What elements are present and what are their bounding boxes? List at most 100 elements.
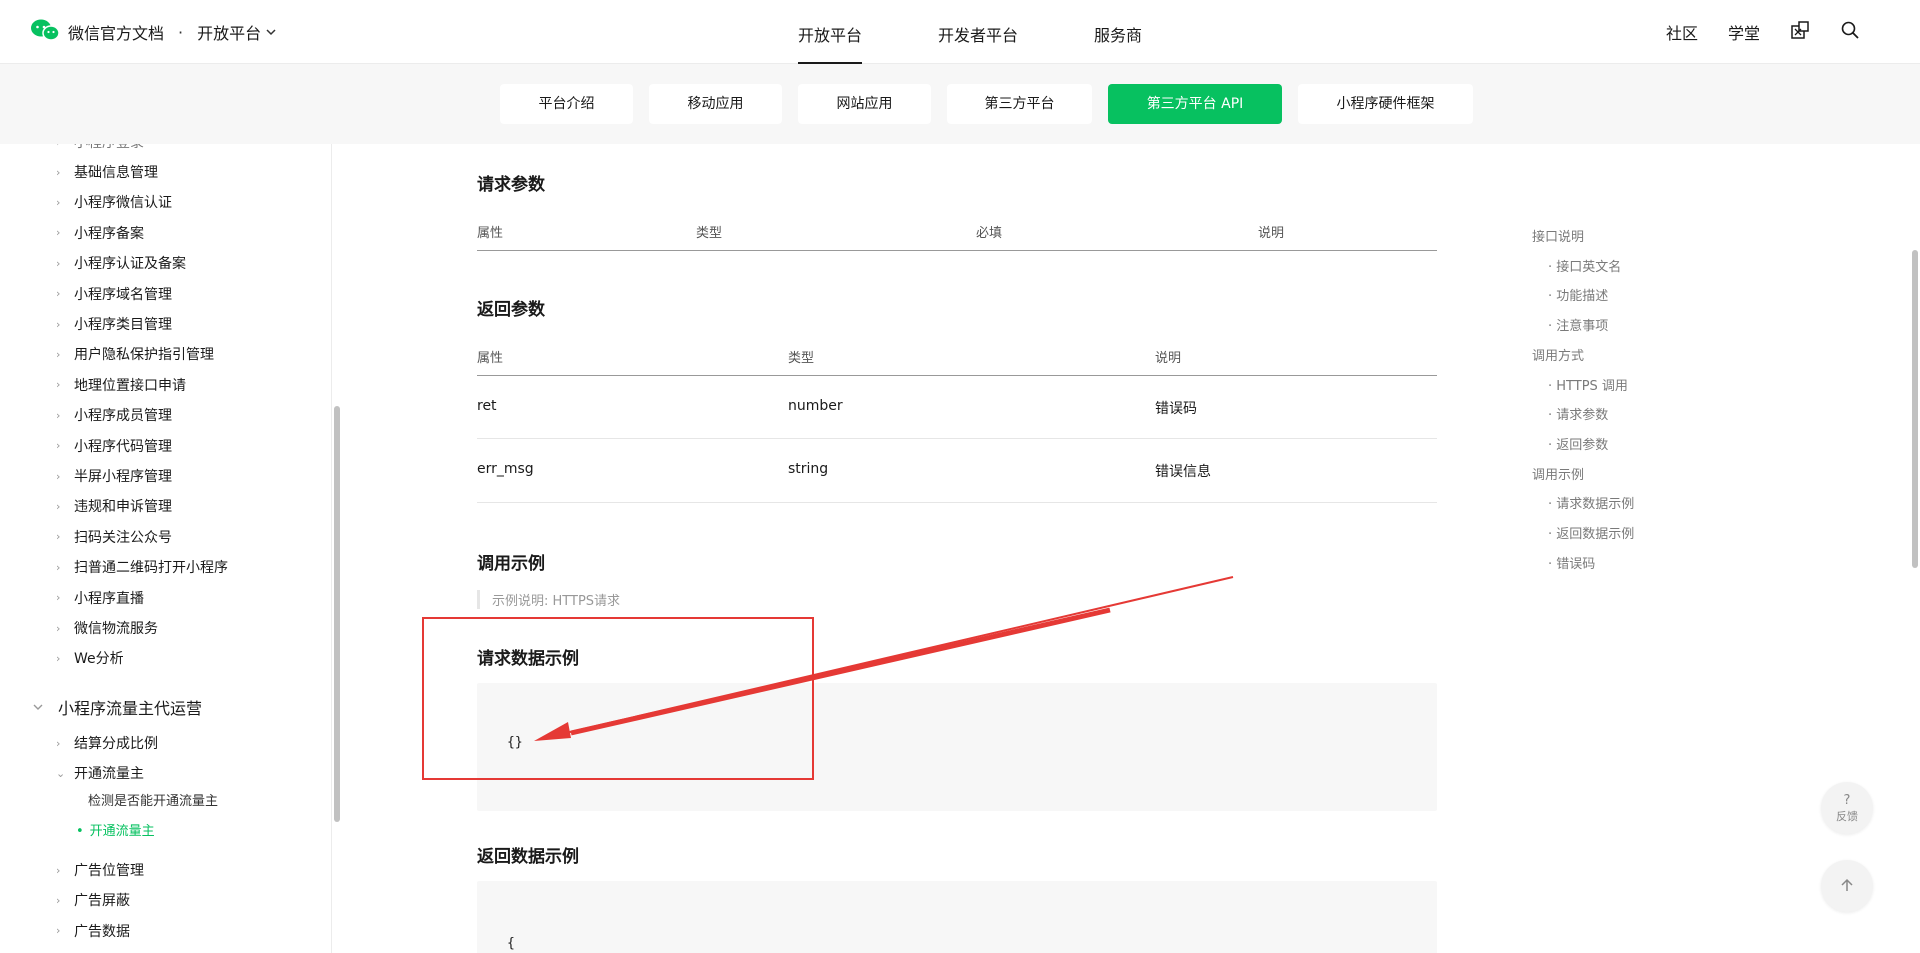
sidebar-item[interactable]: › 广告位管理 [56, 860, 144, 880]
sidebar-item-open-traffic-host[interactable]: ⌄ 开通流量主 [56, 763, 144, 783]
sidebar-item-label: 微信物流服务 [74, 621, 158, 637]
sidebar-item-label: 小程序直播 [74, 590, 144, 607]
toc-item[interactable]: 调用示例 [1532, 464, 1584, 483]
toc-item[interactable]: 接口说明 [1532, 226, 1584, 245]
sidebar-subitem-open-active[interactable]: • 开通流量主 [76, 820, 155, 839]
chevron-right-icon: › [56, 256, 61, 270]
sidebar-item[interactable]: › 小程序类目管理 [56, 314, 172, 334]
toc-item[interactable]: 调用方式 [1532, 345, 1584, 364]
active-dot: • [76, 824, 84, 839]
sidebar-item[interactable]: › 半屏小程序管理 [56, 466, 172, 486]
chevron-right-icon: › [56, 893, 61, 907]
sidebar-item-label: 小程序备案 [74, 225, 144, 242]
sidebar-item[interactable]: › 基础信息管理 [56, 162, 158, 182]
toc-item[interactable]: · 错误码 [1548, 553, 1595, 572]
page-scrollbar[interactable] [1912, 250, 1918, 568]
chevron-right-icon: › [56, 621, 61, 635]
sidebar-item-label: 小程序认证及备案 [74, 256, 186, 273]
sidebar-item[interactable]: › 违规和申诉管理 [56, 496, 172, 516]
chevron-right-icon: › [56, 195, 61, 209]
toc-item[interactable]: · 接口英文名 [1548, 256, 1621, 275]
brand-separator: · [178, 22, 184, 42]
sidebar: ›小程序登录 小程序流量主代运营 › 结算分成比例 ⌄ 开通流量主 检测是否能开… [0, 144, 332, 953]
sidebar-item-label: 广告位管理 [74, 863, 144, 879]
platform-switcher[interactable]: 开放平台 [197, 20, 277, 44]
tab-website-app[interactable]: 网站应用 [798, 84, 931, 124]
nav-community[interactable]: 社区 [1666, 20, 1698, 44]
tools-icon[interactable] [1790, 20, 1810, 44]
tab-third-party-api[interactable]: 第三方平台 API [1108, 84, 1282, 124]
brand[interactable]: 微信官方文档 · 开放平台 [30, 18, 277, 46]
sidebar-scrollbar[interactable] [334, 406, 340, 822]
right-nav: 社区 学堂 [1666, 20, 1860, 44]
chevron-down-icon [32, 698, 44, 717]
table-cell: ret [477, 398, 497, 414]
sidebar-item[interactable]: › 微信物流服务 [56, 618, 158, 638]
main-nav: 开放平台 开发者平台 服务商 [760, 0, 1180, 64]
brand-title[interactable]: 微信官方文档 [68, 20, 164, 44]
nav-developer-platform[interactable]: 开发者平台 [938, 0, 1018, 64]
response-example-title: 返回数据示例 [477, 847, 579, 867]
toc-item[interactable]: · 功能描述 [1548, 285, 1608, 304]
sidebar-item[interactable]: › 小程序微信认证 [56, 192, 172, 212]
sidebar-item[interactable]: › 扫码关注公众号 [56, 527, 172, 547]
chevron-right-icon: › [56, 347, 61, 361]
req-header-type: 类型 [696, 226, 723, 241]
sidebar-subitem-check[interactable]: 检测是否能开通流量主 [88, 790, 218, 809]
search-icon[interactable] [1840, 20, 1860, 44]
chevron-right-icon: › [56, 924, 61, 938]
sidebar-item[interactable]: › 广告屏蔽 [56, 890, 130, 910]
chevron-right-icon: › [56, 736, 61, 750]
sidebar-item[interactable]: › 扫普通二维码打开小程序 [56, 557, 228, 577]
section-request-params: 请求参数 [477, 175, 545, 195]
sidebar-group-label: 小程序流量主代运营 [58, 699, 203, 718]
toc-item[interactable]: · 请求参数 [1548, 404, 1608, 423]
nav-service-provider[interactable]: 服务商 [1094, 0, 1142, 64]
sidebar-item-label: 用户隐私保护指引管理 [74, 347, 214, 364]
sidebar-item[interactable]: › 广告数据 [56, 921, 130, 941]
tab-mobile-app[interactable]: 移动应用 [649, 84, 782, 124]
feedback-button[interactable]: ? 反馈 [1821, 782, 1873, 834]
sidebar-item-label: 小程序代码管理 [74, 438, 172, 455]
tab-miniprogram-hardware[interactable]: 小程序硬件框架 [1298, 84, 1473, 124]
sidebar-item[interactable]: › 小程序备案 [56, 223, 144, 243]
sidebar-item-clipped: ›小程序登录 [56, 144, 144, 152]
feedback-label: 反馈 [1836, 809, 1858, 823]
sidebar-item-label: 小程序微信认证 [74, 195, 172, 212]
back-to-top-button[interactable] [1821, 860, 1873, 912]
sidebar-item-label: 半屏小程序管理 [74, 469, 172, 485]
sidebar-item[interactable]: › 小程序域名管理 [56, 284, 172, 304]
divider [477, 438, 1437, 439]
sidebar-item-label: 广告屏蔽 [74, 893, 130, 910]
toc-item[interactable]: · 请求数据示例 [1548, 493, 1634, 512]
chevron-down-icon[interactable] [265, 23, 277, 42]
resp-header-name: 属性 [477, 351, 504, 366]
toc-item[interactable]: · 注意事项 [1548, 315, 1608, 334]
sidebar-item[interactable]: › 小程序成员管理 [56, 405, 172, 425]
sidebar-item[interactable]: › 小程序代码管理 [56, 436, 172, 456]
toc-item[interactable]: · 返回数据示例 [1548, 523, 1634, 542]
platform-label[interactable]: 开放平台 [197, 20, 261, 44]
sidebar-item-label: 扫普通二维码打开小程序 [74, 560, 228, 577]
sidebar-item-label: 扫码关注公众号 [74, 529, 172, 546]
sidebar-item[interactable]: › 用户隐私保护指引管理 [56, 344, 214, 364]
sidebar-item[interactable]: › 小程序认证及备案 [56, 253, 186, 273]
divider [477, 502, 1437, 503]
tab-platform-intro[interactable]: 平台介绍 [500, 84, 633, 124]
nav-open-platform[interactable]: 开放平台 [798, 0, 863, 64]
resp-header-type: 类型 [788, 351, 815, 366]
table-cell: 错误码 [1155, 401, 1197, 417]
sidebar-item[interactable]: › 地理位置接口申请 [56, 375, 186, 395]
sidebar-item-label: 小程序成员管理 [74, 408, 172, 425]
tab-third-party-platform[interactable]: 第三方平台 [947, 84, 1092, 124]
sidebar-item-settlement-ratio[interactable]: › 结算分成比例 [56, 733, 158, 753]
divider [477, 250, 1437, 251]
sidebar-item[interactable]: › We分析 [56, 648, 124, 668]
chevron-down-icon: ⌄ [56, 766, 66, 780]
nav-academy[interactable]: 学堂 [1728, 20, 1760, 44]
sidebar-item[interactable]: › 小程序直播 [56, 588, 144, 608]
toc-item[interactable]: · 返回参数 [1548, 434, 1608, 453]
chevron-right-icon: › [56, 408, 61, 422]
sidebar-group-traffic-host[interactable]: 小程序流量主代运营 [32, 695, 202, 719]
toc-item[interactable]: · HTTPS 调用 [1548, 375, 1628, 394]
